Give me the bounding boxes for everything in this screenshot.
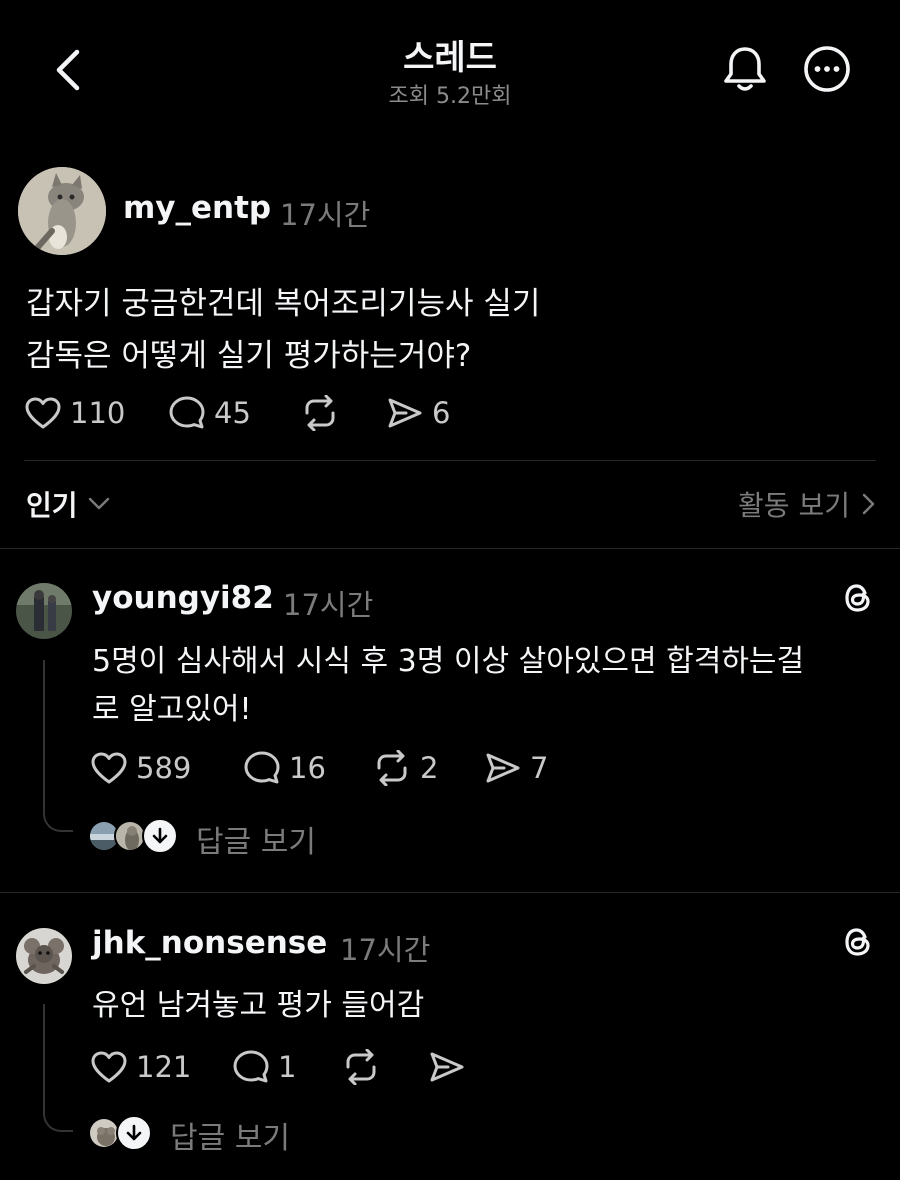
threads-button[interactable] <box>838 922 878 962</box>
post-text-line-1: 갑자기 궁금한건데 복어조리기능사 실기 <box>26 286 541 322</box>
comment-repost-button[interactable]: 2 <box>372 748 438 788</box>
threads-button[interactable] <box>838 578 878 618</box>
comment-author-avatar[interactable] <box>16 583 72 639</box>
comment-reply-button[interactable]: 16 <box>243 748 326 788</box>
post-comment-button[interactable]: 45 <box>168 393 251 433</box>
reply-avatars <box>88 818 188 858</box>
repost-icon <box>346 1049 376 1085</box>
comment-repost-button[interactable] <box>341 1047 389 1087</box>
comment-reply-count: 1 <box>278 1050 297 1084</box>
threads-logo-icon <box>845 584 870 612</box>
thread-connector <box>43 1004 73 1132</box>
comment-repost-count: 2 <box>420 751 439 785</box>
comment-author-avatar[interactable] <box>16 928 72 984</box>
threads-logo-icon <box>845 928 870 956</box>
heart-icon <box>25 397 61 429</box>
comment-author-username[interactable]: youngyi82 <box>92 580 274 616</box>
view-activity-link[interactable]: 활동 보기 <box>738 484 876 524</box>
comment-icon <box>169 396 205 429</box>
divider <box>0 892 900 893</box>
heart-icon <box>91 1051 127 1083</box>
chevron-down-icon <box>88 497 109 510</box>
comment-share-button[interactable]: 7 <box>484 748 548 788</box>
bell-icon <box>724 47 766 91</box>
comment-icon <box>244 751 280 784</box>
comment-text-line-1: 5명이 심사해서 시식 후 3명 이상 살아있으면 합격하는걸 <box>92 644 805 679</box>
comment-share-button[interactable] <box>428 1047 474 1087</box>
send-icon <box>388 398 422 428</box>
post-like-count: 110 <box>70 396 126 430</box>
comment-author-username[interactable]: jhk_nonsense <box>92 925 327 961</box>
sort-dropdown[interactable]: 인기 <box>26 484 110 524</box>
comment-icon <box>233 1050 269 1083</box>
comment-like-count: 589 <box>136 751 192 785</box>
view-replies-link[interactable]: 답글 보기 <box>196 817 316 861</box>
post-share-count: 6 <box>432 396 451 430</box>
notifications-button[interactable] <box>718 42 772 96</box>
divider <box>24 460 876 461</box>
repost-icon <box>305 395 335 431</box>
comment-timestamp: 17시간 <box>283 588 374 622</box>
comment-timestamp: 17시간 <box>340 933 431 967</box>
post-repost-button[interactable] <box>300 393 348 433</box>
post-like-button[interactable]: 110 <box>24 393 125 433</box>
post-text-line-2: 감독은 어떻게 실기 평가하는거야? <box>26 338 472 374</box>
sort-label: 인기 <box>26 489 78 522</box>
reply-avatars <box>88 1115 158 1155</box>
post-share-button[interactable]: 6 <box>386 393 450 433</box>
thread-connector <box>43 660 73 832</box>
divider <box>0 548 900 549</box>
post-author-avatar[interactable] <box>18 167 106 255</box>
comment-text-line-2: 로 알고있어! <box>92 692 252 727</box>
comment-like-count: 121 <box>136 1050 192 1084</box>
comment-text-line-1: 유언 남겨놓고 평가 들어감 <box>92 988 425 1023</box>
repost-icon <box>377 750 407 786</box>
comment-like-button[interactable]: 121 <box>90 1047 191 1087</box>
post-comment-count: 45 <box>214 396 251 430</box>
heart-icon <box>91 752 127 784</box>
send-icon <box>430 1052 464 1082</box>
comment-like-button[interactable]: 589 <box>90 748 191 788</box>
activity-label: 활동 보기 <box>738 489 850 522</box>
post-timestamp: 17시간 <box>280 198 371 232</box>
arrow-down-icon <box>116 1115 152 1151</box>
post-author-username[interactable]: my_entp <box>123 190 271 226</box>
more-icon <box>804 46 850 92</box>
more-options-button[interactable] <box>800 42 854 96</box>
arrow-down-icon <box>142 818 178 854</box>
send-icon <box>486 753 520 783</box>
comment-reply-count: 16 <box>289 751 326 785</box>
comment-share-count: 7 <box>530 751 549 785</box>
chevron-right-icon <box>862 493 875 515</box>
view-replies-link[interactable]: 답글 보기 <box>170 1113 290 1157</box>
comment-reply-button[interactable]: 1 <box>232 1047 296 1087</box>
